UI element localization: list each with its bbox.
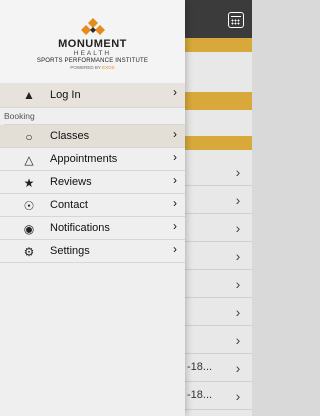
background-row[interactable]: › [185, 326, 252, 354]
background-row[interactable]: › [185, 242, 252, 270]
brand-tagline: SPORTS PERFORMANCE INSTITUTE [36, 58, 149, 64]
gear-icon: ⚙ [23, 245, 35, 259]
background-row[interactable]: -18... › [185, 382, 252, 410]
chevron-right-icon: › [235, 388, 241, 404]
calendar-icon[interactable] [228, 12, 244, 28]
background-row-text: -18... [187, 389, 213, 401]
brand-header: MONUMENT HEALTH SPORTS PERFORMANCE INSTI… [0, 0, 185, 83]
circle-icon: ○ [25, 130, 33, 144]
menu-item-label: Reviews [50, 176, 92, 188]
accent-band [185, 92, 252, 110]
chevron-right-icon: › [173, 85, 177, 99]
chevron-right-icon: › [235, 360, 241, 376]
menu-item-label: Log In [50, 89, 81, 101]
chevron-right-icon: › [235, 248, 241, 264]
chevron-right-icon: › [173, 242, 177, 256]
accent-band [185, 38, 252, 52]
menu-item-contact[interactable]: ☉ Contact › [0, 194, 185, 217]
menu-item-reviews[interactable]: ★ Reviews › [0, 171, 185, 194]
background-row[interactable]: -18... › [185, 354, 252, 382]
background-row[interactable]: › [185, 158, 252, 186]
brand-powered-brand: EXOS [102, 65, 115, 70]
menu-item-label: Notifications [50, 222, 110, 234]
menu-item-settings[interactable]: ⚙ Settings › [0, 240, 185, 263]
section-booking: Booking [4, 108, 185, 125]
menu-item-notifications[interactable]: ◉ Notifications › [0, 217, 185, 240]
monument-logo-icon [81, 18, 105, 35]
brand-name: MONUMENT [58, 38, 127, 50]
menu-item-appointments[interactable]: △ Appointments › [0, 148, 185, 171]
brand-sub: HEALTH [73, 50, 112, 57]
background-row-text: -18... [187, 361, 213, 373]
menu-item-label: Settings [50, 245, 90, 257]
background-row[interactable]: › [185, 270, 252, 298]
background-row[interactable]: › [185, 298, 252, 326]
menu-item-label: Appointments [50, 153, 118, 165]
chevron-right-icon: › [235, 276, 241, 292]
bubble-icon: ◉ [23, 222, 35, 236]
chevron-right-icon: › [173, 196, 177, 210]
menu-item-login[interactable]: ▲ Log In › [0, 83, 185, 108]
chevron-right-icon: › [173, 150, 177, 164]
brand-powered-prefix: POWERED BY [70, 65, 101, 70]
chevron-right-icon: › [235, 304, 241, 320]
brand-powered: POWERED BY EXOS [0, 65, 185, 70]
chevron-right-icon: › [235, 192, 241, 208]
menu-item-label: Classes [50, 130, 90, 142]
navigation-drawer: MONUMENT HEALTH SPORTS PERFORMANCE INSTI… [0, 0, 185, 416]
chevron-right-icon: › [235, 164, 241, 180]
triangle-icon: △ [24, 153, 34, 167]
background-row[interactable]: › [185, 214, 252, 242]
location-pin-icon: ☉ [23, 199, 35, 213]
chevron-right-icon: › [235, 220, 241, 236]
chevron-right-icon: › [173, 173, 177, 187]
warning-icon: ▲ [23, 88, 35, 102]
chevron-right-icon: › [173, 219, 177, 233]
accent-band [185, 136, 252, 150]
star-icon: ★ [23, 176, 35, 190]
background-row[interactable]: › [185, 186, 252, 214]
chevron-right-icon: › [235, 332, 241, 348]
chevron-right-icon: › [173, 127, 177, 141]
menu-item-label: Contact [50, 199, 88, 211]
menu-item-classes[interactable]: ○ Classes › [0, 125, 185, 148]
